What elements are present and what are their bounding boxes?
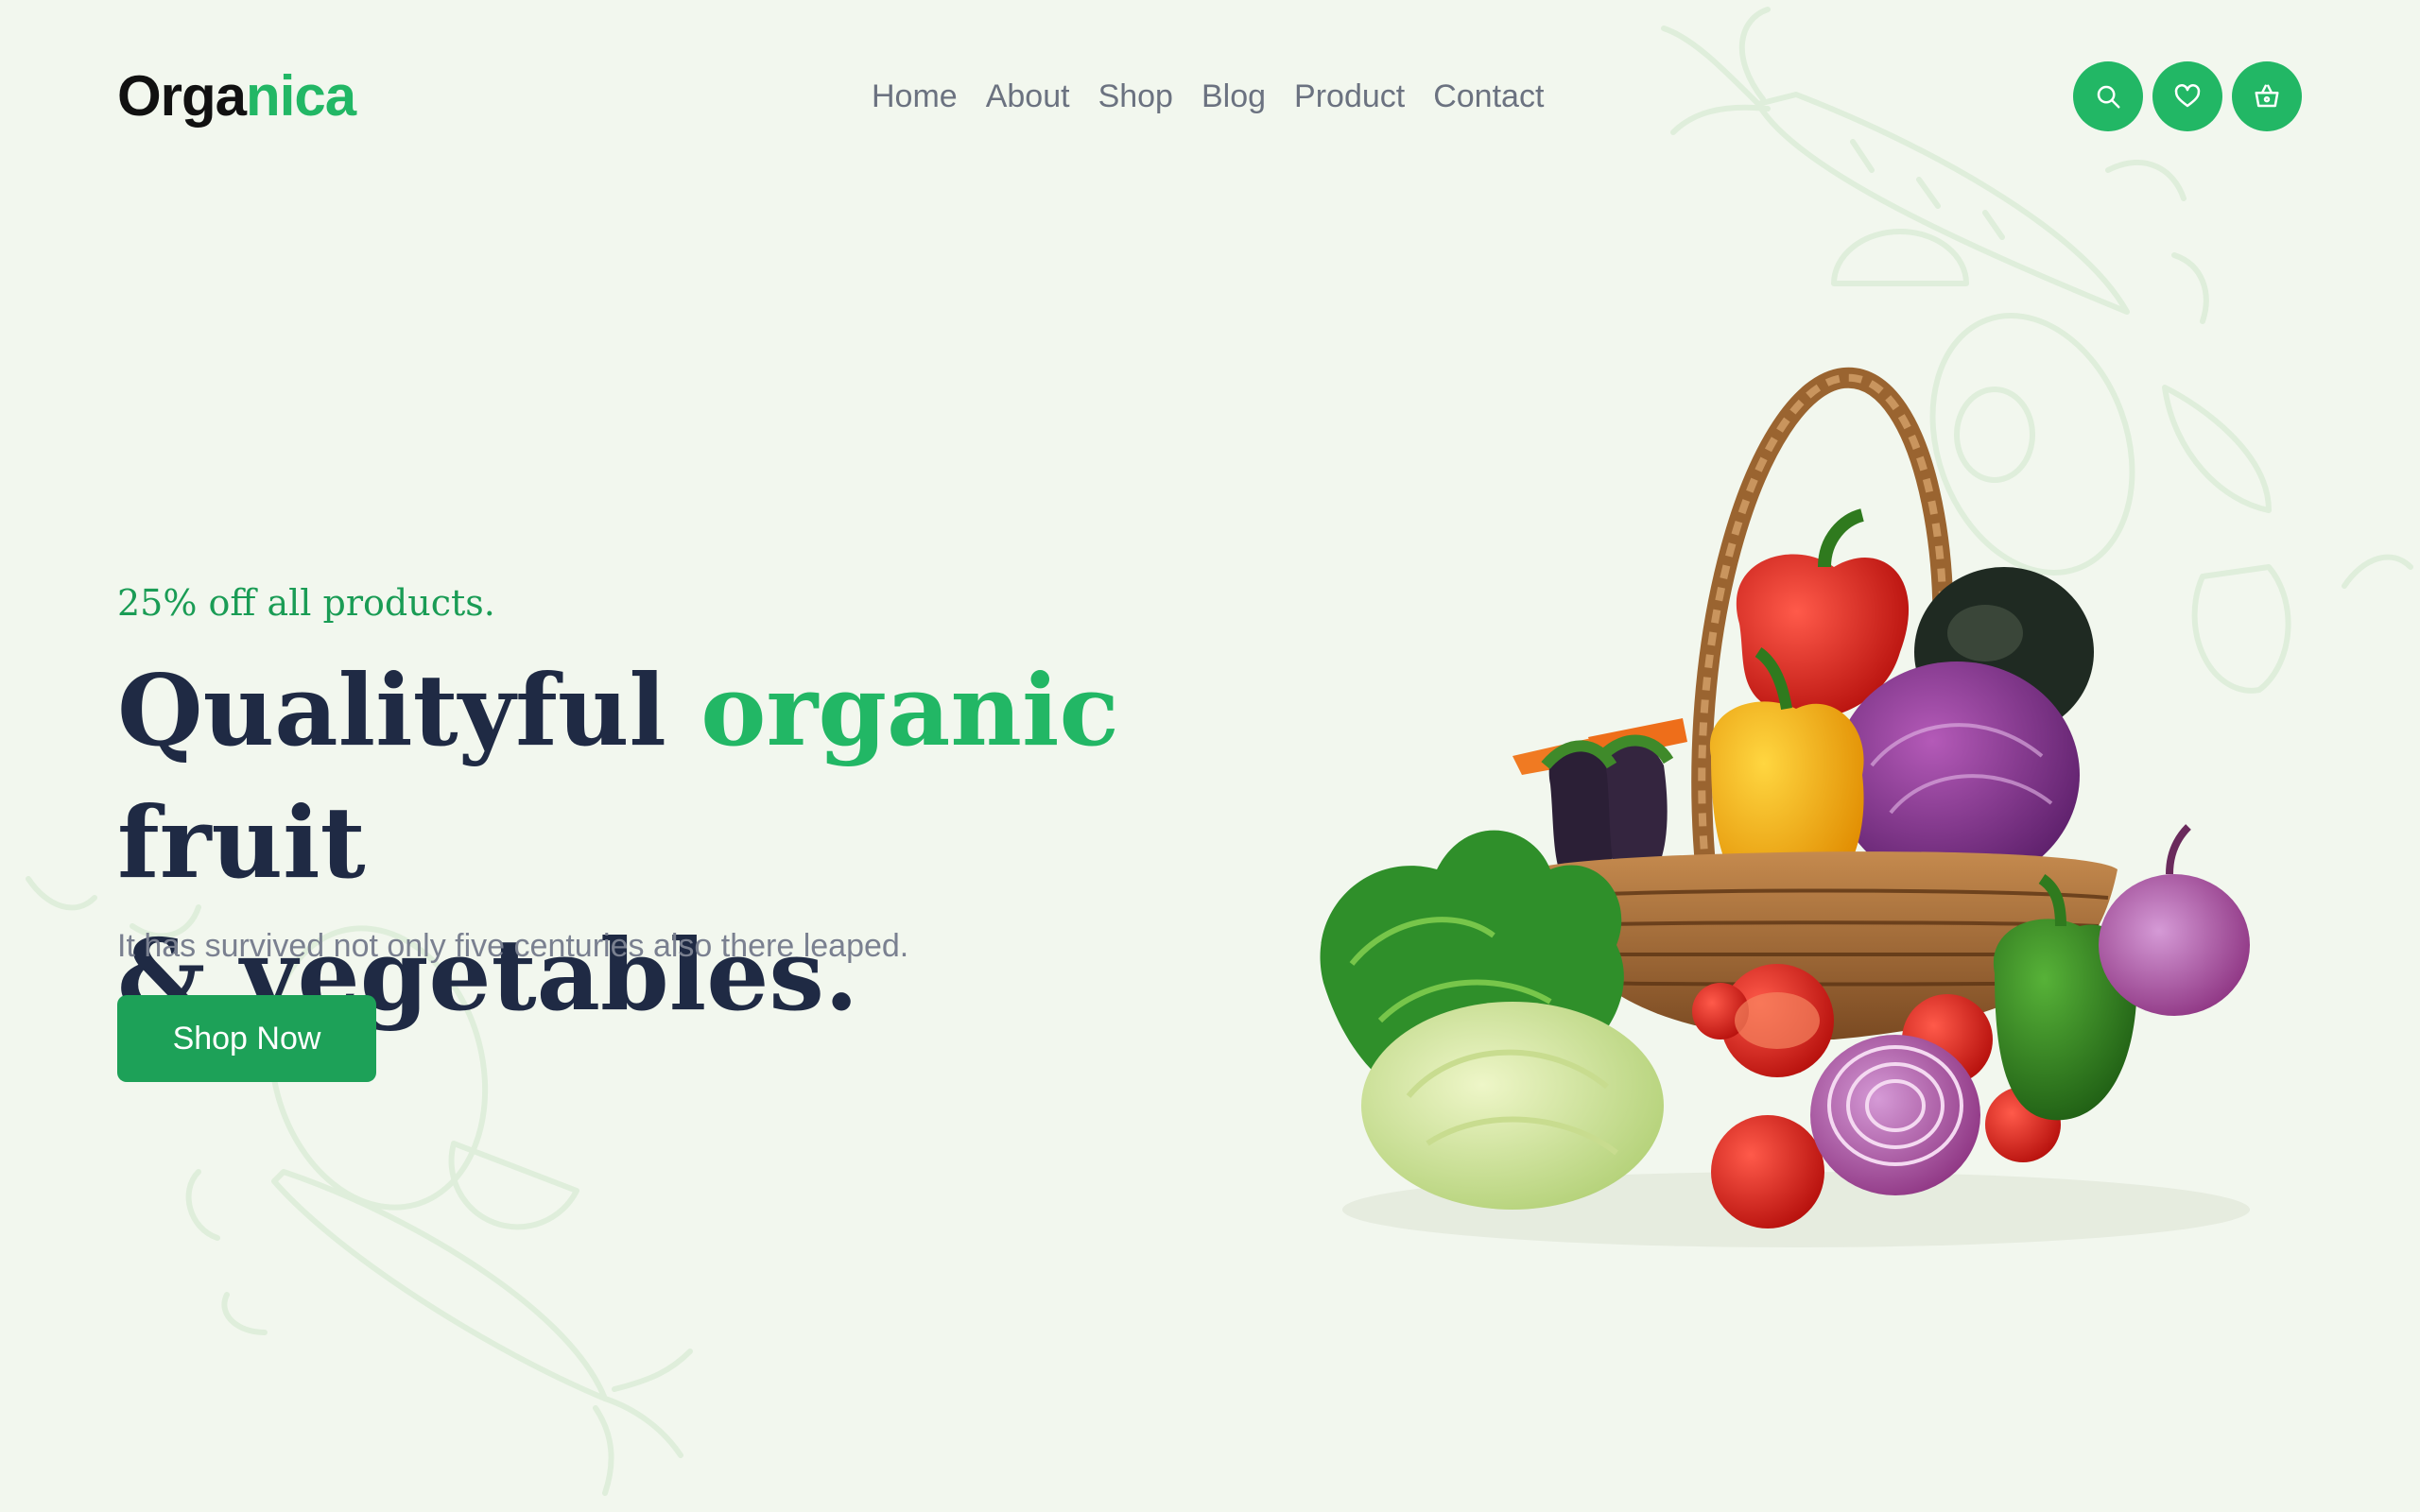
promo-text: 25% off all products. bbox=[117, 582, 495, 624]
hero-headline: Qualityful organic fruit & vegetables. bbox=[117, 644, 1214, 1041]
brand-logo[interactable]: Organica bbox=[117, 60, 356, 132]
nav-item-about[interactable]: About bbox=[986, 72, 1070, 121]
shop-now-button[interactable]: Shop Now bbox=[117, 995, 376, 1082]
wishlist-button[interactable] bbox=[2152, 61, 2222, 131]
brand-logo-part-1: Orga bbox=[117, 64, 247, 128]
hero-description: It has survived not only five centuries … bbox=[117, 928, 909, 964]
cart-button[interactable] bbox=[2232, 61, 2302, 131]
headline-part-2: fruit bbox=[117, 784, 366, 901]
vegetable-basket-image bbox=[1320, 367, 2250, 1247]
basket-icon bbox=[2255, 84, 2279, 108]
nav-item-shop[interactable]: Shop bbox=[1098, 72, 1173, 121]
headline-highlight: organic bbox=[700, 652, 1119, 768]
header-actions bbox=[2073, 61, 2302, 131]
heart-icon bbox=[2174, 84, 2201, 108]
main-nav: Home About Shop Blog Product Contact bbox=[872, 72, 1544, 121]
nav-item-product[interactable]: Product bbox=[1294, 72, 1405, 121]
nav-item-blog[interactable]: Blog bbox=[1201, 72, 1266, 121]
brand-logo-part-2: nica bbox=[246, 64, 356, 128]
headline-part-1: Qualityful bbox=[117, 652, 701, 768]
landing-page: Organica Home About Shop Blog Product Co… bbox=[0, 0, 2420, 1512]
search-button[interactable] bbox=[2073, 61, 2143, 131]
search-icon bbox=[2097, 85, 2120, 109]
nav-item-contact[interactable]: Contact bbox=[1433, 72, 1544, 121]
nav-item-home[interactable]: Home bbox=[872, 72, 958, 121]
